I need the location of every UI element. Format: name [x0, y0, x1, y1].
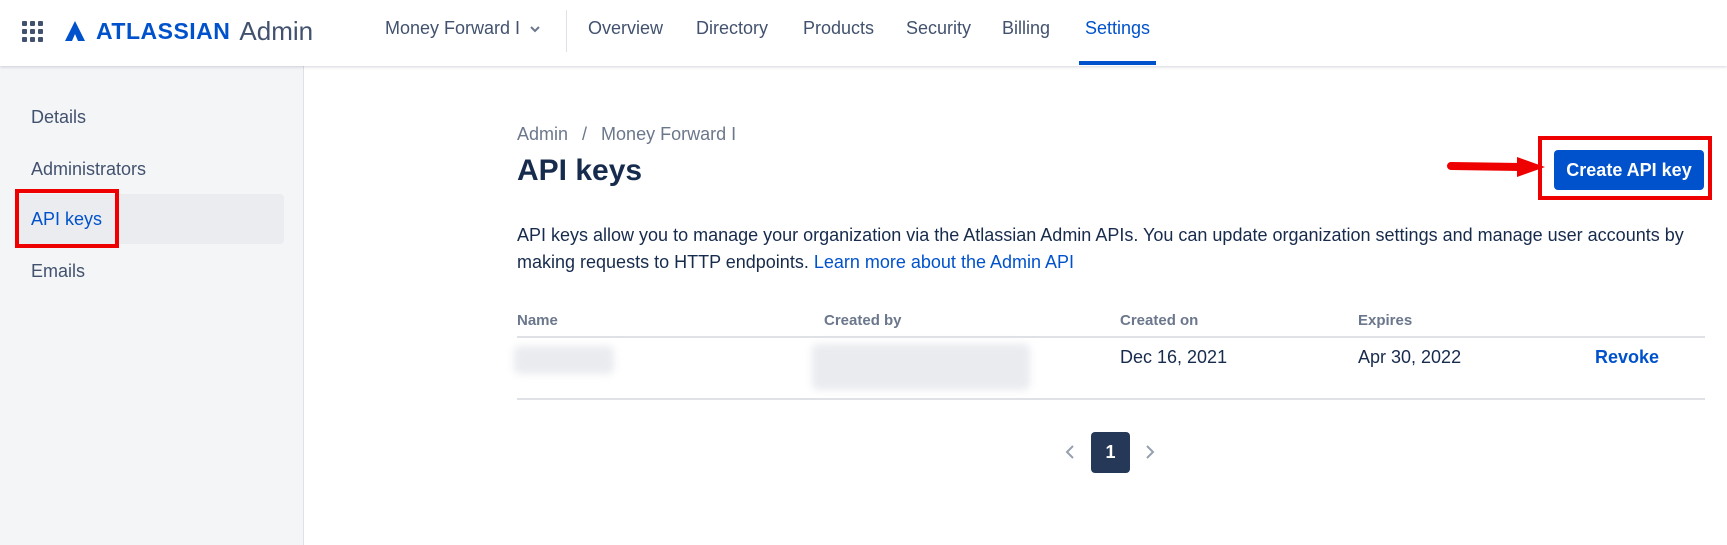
column-header-created-on: Created on — [1120, 312, 1199, 329]
atlassian-admin-logo[interactable]: ATLASSIAN Admin — [64, 16, 313, 46]
tab-products[interactable]: Products — [803, 18, 874, 39]
nav-divider — [566, 10, 567, 52]
chevron-left-icon[interactable] — [1060, 440, 1080, 464]
atlassian-logo-icon — [65, 21, 85, 41]
learn-more-link[interactable]: Learn more about the Admin API — [814, 252, 1074, 272]
sidebar-item-details[interactable]: Details — [16, 92, 284, 142]
settings-sidebar: Details Administrators API keys Emails — [0, 66, 304, 545]
breadcrumb: Admin / Money Forward I — [517, 124, 736, 145]
chevron-right-icon[interactable] — [1140, 440, 1160, 464]
org-switcher[interactable]: Money Forward I — [385, 18, 541, 39]
tab-security[interactable]: Security — [906, 18, 971, 39]
red-arrow-icon — [1447, 157, 1545, 177]
column-header-expires: Expires — [1358, 312, 1413, 329]
redacted-created-by — [812, 344, 1030, 390]
chevron-down-icon — [530, 25, 540, 32]
org-name: Money Forward I — [385, 18, 521, 38]
page-description: API keys allow you to manage your organi… — [517, 222, 1687, 276]
breadcrumb-org[interactable]: Money Forward I — [601, 124, 736, 145]
product-name: Admin — [239, 15, 314, 46]
tab-settings[interactable]: Settings — [1085, 18, 1150, 39]
tab-directory[interactable]: Directory — [696, 18, 768, 39]
page-button-current[interactable]: 1 — [1091, 432, 1130, 473]
cell-expires: Apr 30, 2022 — [1358, 347, 1462, 367]
top-navigation: ATLASSIAN Admin Money Forward I Overview… — [0, 0, 1727, 66]
description-text: API keys allow you to manage your organi… — [517, 225, 1684, 272]
table-bottom-divider — [517, 398, 1705, 400]
redacted-name — [514, 346, 614, 374]
column-header-name: Name — [517, 312, 558, 329]
sidebar-item-administrators[interactable]: Administrators — [16, 144, 284, 194]
revoke-link[interactable]: Revoke — [1595, 347, 1659, 368]
column-header-created-by: Created by — [824, 312, 902, 329]
table-header-divider — [517, 336, 1705, 338]
cell-created-on: Dec 16, 2021 — [1120, 347, 1228, 367]
create-api-key-button[interactable]: Create API key — [1554, 150, 1704, 190]
app-switcher-icon[interactable] — [22, 21, 44, 43]
brand-name: ATLASSIAN — [96, 17, 231, 44]
breadcrumb-separator: / — [582, 124, 588, 144]
tab-billing[interactable]: Billing — [1002, 18, 1050, 39]
breadcrumb-admin[interactable]: Admin — [517, 124, 568, 145]
active-tab-indicator — [1079, 61, 1156, 65]
tab-overview[interactable]: Overview — [588, 18, 663, 39]
page-title: API keys — [517, 154, 643, 187]
sidebar-item-api-keys[interactable]: API keys — [16, 194, 284, 244]
sidebar-item-emails[interactable]: Emails — [16, 246, 284, 296]
